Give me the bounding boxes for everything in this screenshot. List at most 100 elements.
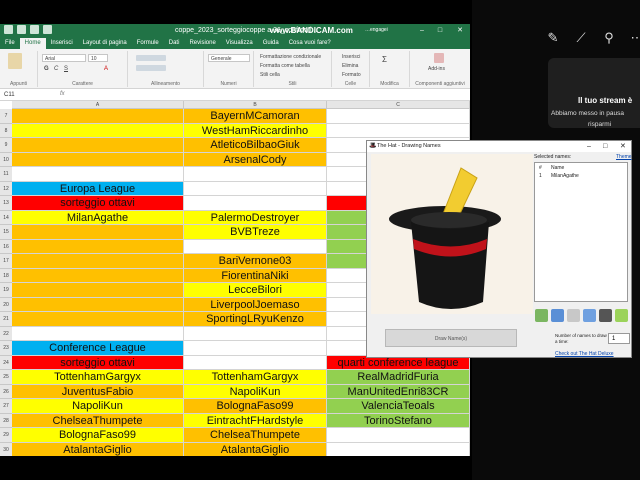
table-cell[interactable]: SportingLRyuKenzo <box>184 312 327 327</box>
table-cell[interactable] <box>12 326 184 341</box>
delete-button[interactable]: Elimina <box>342 63 358 69</box>
addins-icon[interactable] <box>434 53 444 63</box>
ribbon-tab-6[interactable]: Revisione <box>184 38 220 49</box>
table-cell[interactable]: RealMadridFuria <box>327 370 470 385</box>
minimize-icon[interactable]: – <box>414 24 430 37</box>
row-header[interactable]: 10 <box>0 152 12 167</box>
row-header[interactable]: 13 <box>0 196 12 211</box>
row-header[interactable]: 17 <box>0 254 12 269</box>
row-header[interactable]: 28 <box>0 413 12 428</box>
close-icon[interactable]: ✕ <box>452 24 468 37</box>
ribbon-tab-2[interactable]: Inserisci <box>46 38 78 49</box>
table-cell[interactable] <box>184 167 327 182</box>
row-header[interactable]: 30 <box>0 442 12 456</box>
table-cell[interactable] <box>184 239 327 254</box>
hat-deluxe-link[interactable]: Check out The Hat Deluxe <box>555 351 614 357</box>
row-header[interactable]: 14 <box>0 210 12 225</box>
table-cell[interactable]: NapoliKun <box>184 384 327 399</box>
table-cell[interactable] <box>184 196 327 211</box>
maximize-icon[interactable]: □ <box>432 24 448 37</box>
names-count-input[interactable]: 1 <box>608 333 630 344</box>
hat-maximize-icon[interactable]: □ <box>603 141 607 152</box>
table-cell[interactable] <box>12 109 184 124</box>
list-icon[interactable] <box>535 309 548 322</box>
row-header[interactable]: 27 <box>0 399 12 414</box>
table-cell[interactable]: LecceBilori <box>184 283 327 298</box>
redo-icon[interactable] <box>43 25 52 34</box>
row-header[interactable]: 18 <box>0 268 12 283</box>
ribbon-tab-9[interactable]: Cosa vuoi fare? <box>284 38 336 49</box>
table-cell[interactable] <box>12 254 184 269</box>
table-cell[interactable]: PalermoDestroyer <box>184 210 327 225</box>
format-button[interactable]: Formato <box>342 72 361 78</box>
table-cell[interactable] <box>327 109 470 124</box>
table-cell[interactable]: AtalantaGiglio <box>184 442 327 456</box>
font-color-icon[interactable]: A <box>104 66 108 72</box>
undo-icon[interactable] <box>30 25 39 34</box>
ribbon-tab-7[interactable]: Visualizza <box>221 38 258 49</box>
table-cell[interactable]: TorinoStefano <box>327 413 470 428</box>
column-header[interactable]: B <box>184 101 327 109</box>
ribbon-tab-3[interactable]: Layout di pagina <box>78 38 132 49</box>
table-cell[interactable]: NapoliKun <box>12 399 184 414</box>
table-cell[interactable] <box>184 326 327 341</box>
font-name-select[interactable]: Arial <box>42 54 86 62</box>
table-cell[interactable]: sorteggio ottavi <box>12 196 184 211</box>
ribbon-tab-8[interactable]: Guida <box>258 38 284 49</box>
hat-minimize-icon[interactable]: – <box>587 141 591 152</box>
table-cell[interactable]: BayernMCamoran <box>184 109 327 124</box>
table-cell[interactable] <box>327 428 470 443</box>
table-cell[interactable]: AtleticoBilbaoGiuk <box>184 138 327 153</box>
row-header[interactable]: 15 <box>0 225 12 240</box>
row-header[interactable]: 16 <box>0 239 12 254</box>
row-header[interactable]: 9 <box>0 138 12 153</box>
table-cell[interactable]: BVBTreze <box>184 225 327 240</box>
row-header[interactable]: 23 <box>0 341 12 356</box>
table-cell[interactable]: BolognaFaso99 <box>184 399 327 414</box>
refresh-icon[interactable] <box>583 309 596 322</box>
conditional-format-button[interactable]: Formattazione condizionale <box>260 54 321 60</box>
column-header[interactable]: A <box>12 101 184 109</box>
wrap-icon[interactable] <box>136 65 166 71</box>
table-cell[interactable] <box>12 152 184 167</box>
table-cell[interactable]: JuventusFabio <box>12 384 184 399</box>
table-cell[interactable]: BolognaFaso99 <box>12 428 184 443</box>
table-cell[interactable]: ChelseaThumpete <box>184 428 327 443</box>
table-cell[interactable]: MilanAgathe <box>12 210 184 225</box>
table-cell[interactable] <box>327 442 470 456</box>
table-cell[interactable]: sorteggio ottavi <box>12 355 184 370</box>
table-cell[interactable]: AtalantaGiglio <box>12 442 184 456</box>
table-cell[interactable] <box>12 268 184 283</box>
row-header[interactable]: 11 <box>0 167 12 182</box>
table-cell[interactable]: WestHamRiccardinho <box>184 123 327 138</box>
table-cell[interactable] <box>12 123 184 138</box>
table-cell[interactable]: ManUnitedEnri83CR <box>327 384 470 399</box>
row-header[interactable]: 19 <box>0 283 12 298</box>
selected-names-list[interactable]: # Name 1 MilanAgathe <box>534 162 628 302</box>
row-header[interactable]: 26 <box>0 384 12 399</box>
mute-icon[interactable]: ⟋ <box>573 30 589 46</box>
row-header[interactable]: 20 <box>0 297 12 312</box>
music-icon[interactable] <box>615 309 628 322</box>
ribbon-tab-0[interactable]: File <box>0 38 20 49</box>
number-format-select[interactable]: Generale <box>208 54 250 62</box>
table-cell[interactable]: ValenciaTeoals <box>327 399 470 414</box>
settings-icon[interactable] <box>599 309 612 322</box>
list-item[interactable]: MilanAgathe <box>551 173 579 179</box>
table-cell[interactable] <box>184 355 327 370</box>
pin-icon[interactable]: ⚲ <box>601 30 617 46</box>
table-cell[interactable] <box>184 181 327 196</box>
table-cell[interactable] <box>12 283 184 298</box>
table-cell[interactable]: Conference League <box>12 341 184 356</box>
table-cell[interactable]: EintrachtFHardstyle <box>184 413 327 428</box>
italic-icon[interactable]: C <box>54 66 58 72</box>
row-header[interactable]: 8 <box>0 123 12 138</box>
sum-icon[interactable]: Σ <box>382 55 387 64</box>
row-header[interactable]: 21 <box>0 312 12 327</box>
underline-icon[interactable]: S <box>64 66 68 72</box>
table-cell[interactable]: BariVernone03 <box>184 254 327 269</box>
paste-icon[interactable] <box>8 53 22 69</box>
save-list-icon[interactable] <box>551 309 564 322</box>
table-cell[interactable]: Europa League <box>12 181 184 196</box>
table-cell[interactable] <box>12 167 184 182</box>
